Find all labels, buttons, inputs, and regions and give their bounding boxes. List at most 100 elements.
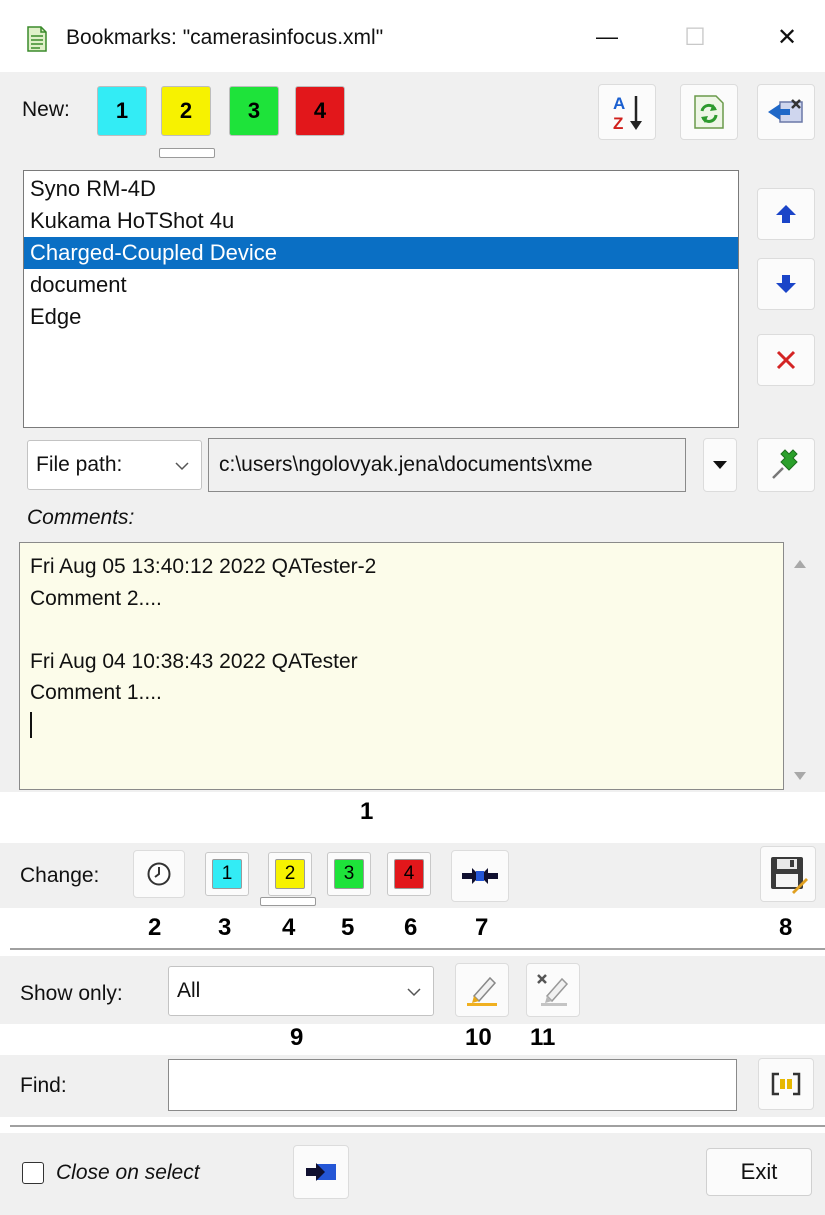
change-color-4-button[interactable]: 4 (387, 852, 431, 896)
comment-line: Comment 2.... (30, 586, 162, 610)
comment-line: Fri Aug 05 13:40:12 2022 QATester-2 (30, 555, 377, 578)
list-item[interactable]: document (24, 269, 738, 301)
callout-3: 3 (218, 914, 232, 941)
callout-9: 9 (290, 1024, 304, 1051)
sort-az-icon: A Z (613, 94, 642, 133)
change-label: Change: (20, 864, 100, 887)
show-only-label: Show only: (20, 982, 123, 1005)
find-brackets-icon (771, 1072, 801, 1096)
callout-10: 10 (465, 1024, 492, 1051)
import-icon (768, 99, 803, 123)
find-input[interactable] (168, 1059, 737, 1111)
maximize-button[interactable]: ☐ (672, 18, 718, 56)
clock-icon (147, 862, 171, 886)
new-1-label: 1 (115, 98, 129, 123)
document-icon (27, 26, 47, 52)
comment-line: Fri Aug 04 10:38:43 2022 QATester (30, 649, 358, 673)
minimize-icon: — (596, 24, 618, 49)
scroll-up-arrow[interactable] (793, 556, 807, 574)
close-window-button[interactable]: ✕ (764, 18, 810, 56)
close-on-select-label: Close on select (56, 1161, 200, 1184)
goto-arrow-icon (306, 1163, 336, 1181)
callout-11: 11 (530, 1024, 556, 1051)
list-item-selected[interactable]: Charged-Coupled Device (24, 237, 738, 269)
change-3-label: 3 (343, 863, 355, 884)
path-dropdown-button[interactable] (703, 438, 737, 492)
move-up-button[interactable] (757, 188, 815, 240)
dropdown-arrow-icon (713, 461, 727, 469)
file-path-field[interactable]: c:\users\ngolovyak.jena\documents\xme (208, 438, 686, 492)
callout-2: 2 (148, 914, 162, 941)
divider (10, 948, 825, 950)
goto-button[interactable] (293, 1145, 349, 1199)
callout-5: 5 (341, 914, 355, 941)
jump-button[interactable] (451, 850, 509, 902)
list-item[interactable]: Syno RM-4D (24, 173, 738, 205)
chevron-down-icon (407, 988, 421, 997)
find-label: Find: (20, 1074, 67, 1097)
comments-textarea[interactable]: Fri Aug 05 13:40:12 2022 QATester-2 Comm… (19, 542, 784, 790)
delete-icon (776, 350, 796, 370)
list-item[interactable]: Kukama HoTShot 4u (24, 205, 738, 237)
clear-highlight-icon (537, 974, 569, 1006)
new-2-label: 2 (179, 98, 193, 123)
new-bookmark-2-button[interactable]: 2 (161, 86, 211, 136)
find-button[interactable] (758, 1058, 814, 1110)
save-button[interactable] (760, 846, 816, 902)
move-up-icon (776, 205, 796, 223)
sort-button[interactable]: A Z (598, 84, 656, 140)
move-down-button[interactable] (757, 258, 815, 310)
callout-8: 8 (779, 914, 793, 941)
maximize-icon: ☐ (684, 23, 706, 51)
new-bookmark-1-button[interactable]: 1 (97, 86, 147, 136)
show-only-value: All (177, 979, 201, 1002)
close-on-select-checkbox[interactable] (22, 1162, 44, 1184)
path-type-value: File path: (36, 453, 123, 476)
callout-1: 1 (360, 798, 374, 825)
change-2-label: 2 (284, 863, 296, 884)
comment-line (30, 614, 773, 646)
scroll-up-icon (794, 560, 806, 568)
change-1-label: 1 (221, 863, 233, 884)
minimize-button[interactable]: — (584, 18, 630, 56)
import-button[interactable] (757, 84, 815, 140)
divider (10, 1125, 825, 1127)
list-item[interactable]: Edge (24, 301, 738, 333)
title-bar: Bookmarks: "camerasinfocus.xml" — ☐ ✕ (0, 0, 825, 72)
text-caret (30, 709, 773, 741)
callout-7: 7 (475, 914, 489, 941)
new-4-label: 4 (313, 98, 327, 123)
bookmarks-list[interactable]: Syno RM-4D Kukama HoTShot 4u Charged-Cou… (23, 170, 739, 428)
highlight-button[interactable] (455, 963, 509, 1017)
highlighter-icon (467, 976, 497, 1006)
refresh-button[interactable] (680, 84, 738, 140)
new-selected-indicator (159, 148, 215, 158)
change-date-button[interactable] (133, 850, 185, 898)
jump-arrows-icon (462, 868, 498, 884)
new-bookmark-3-button[interactable]: 3 (229, 86, 279, 136)
svg-text:Z: Z (613, 114, 623, 133)
save-icon (771, 857, 808, 894)
comments-label: Comments: (27, 506, 135, 529)
change-color-3-button[interactable]: 3 (327, 852, 371, 896)
show-only-select[interactable]: All (168, 966, 434, 1016)
clear-highlight-button[interactable] (526, 963, 580, 1017)
close-icon: ✕ (776, 23, 798, 51)
change-color-2-button[interactable]: 2 (268, 852, 312, 896)
pin-icon (772, 449, 798, 479)
svg-text:A: A (613, 94, 625, 113)
new-3-label: 3 (247, 98, 261, 123)
exit-button[interactable]: Exit (706, 1148, 812, 1196)
refresh-icon (694, 95, 724, 129)
path-type-select[interactable]: File path: (27, 440, 202, 490)
chevron-down-icon (175, 462, 189, 471)
move-down-icon (776, 275, 796, 293)
change-4-label: 4 (403, 863, 415, 884)
change-color-1-button[interactable]: 1 (205, 852, 249, 896)
delete-button[interactable] (757, 334, 815, 386)
new-bookmark-4-button[interactable]: 4 (295, 86, 345, 136)
scroll-down-icon (794, 772, 806, 780)
new-label: New: (22, 98, 70, 121)
pin-button[interactable] (757, 438, 815, 492)
scroll-down-arrow[interactable] (793, 768, 807, 786)
